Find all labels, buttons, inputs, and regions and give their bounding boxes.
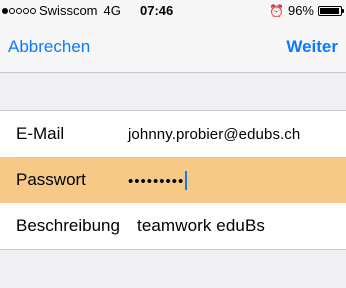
password-mask: •••••••••	[128, 173, 185, 190]
status-bar: Swisscom 4G 07:46 ⏰ 96%	[0, 0, 346, 22]
text-cursor	[185, 171, 188, 190]
cancel-button[interactable]: Abbrechen	[8, 37, 90, 57]
clock: 07:46	[140, 3, 174, 18]
signal-dot	[9, 7, 15, 14]
signal-strength-icon	[2, 7, 36, 14]
signal-dot	[30, 7, 36, 14]
password-label: Passwort	[16, 170, 86, 189]
carrier-name: Swisscom	[39, 3, 98, 18]
battery-fill	[320, 7, 339, 14]
signal-dot	[2, 7, 8, 14]
description-field[interactable]: teamwork eduBs	[137, 216, 265, 236]
description-row[interactable]: Beschreibung teamwork eduBs	[0, 203, 346, 249]
battery-icon	[318, 5, 344, 16]
email-row[interactable]: E-Mail johnny.probier@edubs.ch	[0, 111, 346, 157]
email-label: E-Mail	[16, 124, 65, 143]
signal-dot	[23, 7, 29, 14]
account-form: E-Mail johnny.probier@edubs.ch Passwort …	[0, 110, 346, 250]
description-label: Beschreibung	[16, 216, 120, 235]
password-field[interactable]: •••••••••	[128, 171, 188, 190]
next-button[interactable]: Weiter	[286, 37, 338, 57]
battery-percent: 96%	[287, 3, 314, 18]
network-type: 4G	[103, 3, 121, 18]
status-right: ⏰ 96%	[269, 3, 344, 18]
alarm-clock-icon: ⏰	[269, 3, 284, 18]
email-field[interactable]: johnny.probier@edubs.ch	[128, 126, 300, 143]
navigation-bar: Abbrechen Weiter	[0, 22, 346, 73]
battery-nub	[342, 8, 344, 13]
signal-dot	[16, 7, 22, 14]
status-left: Swisscom 4G	[2, 3, 121, 18]
password-row[interactable]: Passwort •••••••••	[0, 157, 346, 203]
